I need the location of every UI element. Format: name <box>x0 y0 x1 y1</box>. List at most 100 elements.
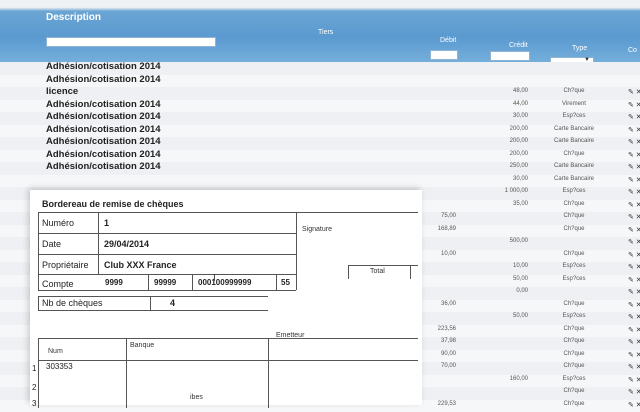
debit-cell: 70,00 <box>420 363 456 369</box>
credit-cell: 50,00 <box>490 313 528 319</box>
divider <box>126 338 127 408</box>
type-cell: Carte Bancaire <box>550 163 598 169</box>
row-actions-icon[interactable]: ✎ ✕ <box>628 313 640 321</box>
row-number: 3 <box>32 399 36 408</box>
table-row[interactable]: Adhésion/cotisation 2014 <box>0 75 640 88</box>
compte-cle: 55 <box>281 278 290 287</box>
row-number: 2 <box>32 383 36 392</box>
credit-cell: 500,00 <box>490 238 528 244</box>
divider <box>276 274 277 290</box>
type-cell: Ch?que <box>550 401 598 407</box>
debit-cell: 229,53 <box>420 401 456 407</box>
divider <box>348 265 349 279</box>
description-cell: Adhésion/cotisation 2014 <box>46 111 161 122</box>
row-actions-icon[interactable]: ✎ ✕ <box>628 276 640 284</box>
divider <box>150 296 151 310</box>
credit-cell: 1 000,00 <box>490 188 528 194</box>
description-cell: Adhésion/cotisation 2014 <box>46 136 161 147</box>
total-label: Total <box>370 268 385 275</box>
credit-cell: 200,00 <box>490 126 528 132</box>
cheque-num-1: 303353 <box>46 362 73 371</box>
row-actions-icon[interactable]: ✎ ✕ <box>628 163 640 171</box>
row-actions-icon[interactable]: ✎ ✕ <box>628 113 640 121</box>
type-cell: Esp?ces <box>550 113 598 119</box>
row-actions-icon[interactable]: ✎ ✕ <box>628 301 640 309</box>
row-actions-icon[interactable]: ✎ ✕ <box>628 351 640 359</box>
row-actions-icon[interactable]: ✎ ✕ <box>628 126 640 134</box>
divider <box>38 338 418 339</box>
column-header-credit[interactable]: Crédit <box>509 42 528 49</box>
nb-cheques-label: Nb de chèques <box>42 298 103 308</box>
credit-cell: 30,00 <box>490 176 528 182</box>
type-cell: Ch?que <box>550 151 598 157</box>
type-cell: Virement <box>550 101 598 107</box>
credit-cell: 44,00 <box>490 101 528 107</box>
divider <box>38 296 268 297</box>
debit-filter-input[interactable] <box>430 50 458 60</box>
divider <box>268 338 269 408</box>
column-header-description[interactable]: Description <box>46 12 101 23</box>
credit-cell: 30,00 <box>490 113 528 119</box>
credit-cell: 50,00 <box>490 276 528 282</box>
description-filter-input[interactable] <box>46 37 216 47</box>
column-header-debit[interactable]: Débit <box>440 37 456 44</box>
row-actions-icon[interactable]: ✎ ✕ <box>628 401 640 409</box>
row-actions-icon[interactable]: ✎ ✕ <box>628 226 640 234</box>
column-header-tiers[interactable]: Tiers <box>318 29 333 36</box>
debit-cell: 90,00 <box>420 351 456 357</box>
credit-cell: 10,00 <box>490 263 528 269</box>
signature-label: Signature <box>302 226 332 233</box>
description-cell: Adhésion/cotisation 2014 <box>46 99 161 110</box>
text-cursor-icon: I <box>213 273 216 284</box>
divider <box>38 233 296 234</box>
divider <box>192 274 193 290</box>
credit-cell: 200,00 <box>490 151 528 157</box>
type-cell: Ch?que <box>550 388 598 394</box>
type-cell: Esp?ces <box>550 276 598 282</box>
row-actions-icon[interactable]: ✎ ✕ <box>628 338 640 346</box>
divider <box>38 310 268 311</box>
column-header-type[interactable]: Type <box>572 45 587 52</box>
type-cell: Ch?que <box>550 301 598 307</box>
row-actions-icon[interactable]: ✎ ✕ <box>628 288 640 296</box>
date-value: 29/04/2014 <box>104 239 149 249</box>
credit-filter-input[interactable] <box>490 51 530 61</box>
type-cell: Esp?ces <box>550 376 598 382</box>
column-header-actions: Co <box>628 47 637 54</box>
row-actions-icon[interactable]: ✎ ✕ <box>628 151 640 159</box>
row-actions-icon[interactable]: ✎ ✕ <box>628 376 640 384</box>
divider <box>38 360 418 361</box>
table-row[interactable]: Adhésion/cotisation 2014250,00Carte Banc… <box>0 162 640 175</box>
row-actions-icon[interactable]: ✎ ✕ <box>628 101 640 109</box>
type-cell: Ch?que <box>550 251 598 257</box>
row-actions-icon[interactable]: ✎ ✕ <box>628 176 640 184</box>
row-actions-icon[interactable]: ✎ ✕ <box>628 363 640 371</box>
date-label: Date <box>42 239 61 249</box>
row-actions-icon[interactable]: ✎ ✕ <box>628 388 640 396</box>
compte-numero: 000100999999 <box>198 278 251 287</box>
divider <box>38 274 39 290</box>
description-cell: Adhésion/cotisation 2014 <box>46 61 161 72</box>
row-actions-icon[interactable]: ✎ ✕ <box>628 263 640 271</box>
row-actions-icon[interactable]: ✎ ✕ <box>628 326 640 334</box>
debit-cell: 10,00 <box>420 251 456 257</box>
type-cell: Esp?ces <box>550 313 598 319</box>
type-cell: Ch?que <box>550 201 598 207</box>
row-actions-icon[interactable]: ✎ ✕ <box>628 213 640 221</box>
row-actions-icon[interactable]: ✎ ✕ <box>628 251 640 259</box>
row-actions-icon[interactable]: ✎ ✕ <box>628 88 640 96</box>
type-cell: Ch?que <box>550 226 598 232</box>
credit-cell: 35,00 <box>490 201 528 207</box>
credit-cell: 160,00 <box>490 376 528 382</box>
numero-value: 1 <box>104 218 109 228</box>
column-header-banque: Banque <box>130 342 154 349</box>
table-row[interactable]: 30,00Carte Bancaire✎ ✕ <box>0 175 640 188</box>
numero-label: Numéro <box>42 218 74 228</box>
description-cell: Adhésion/cotisation 2014 <box>46 161 161 172</box>
credit-cell: 200,00 <box>490 138 528 144</box>
row-actions-icon[interactable]: ✎ ✕ <box>628 188 640 196</box>
row-actions-icon[interactable]: ✎ ✕ <box>628 138 640 146</box>
divider <box>38 274 296 275</box>
row-actions-icon[interactable]: ✎ ✕ <box>628 238 640 246</box>
row-actions-icon[interactable]: ✎ ✕ <box>628 201 640 209</box>
